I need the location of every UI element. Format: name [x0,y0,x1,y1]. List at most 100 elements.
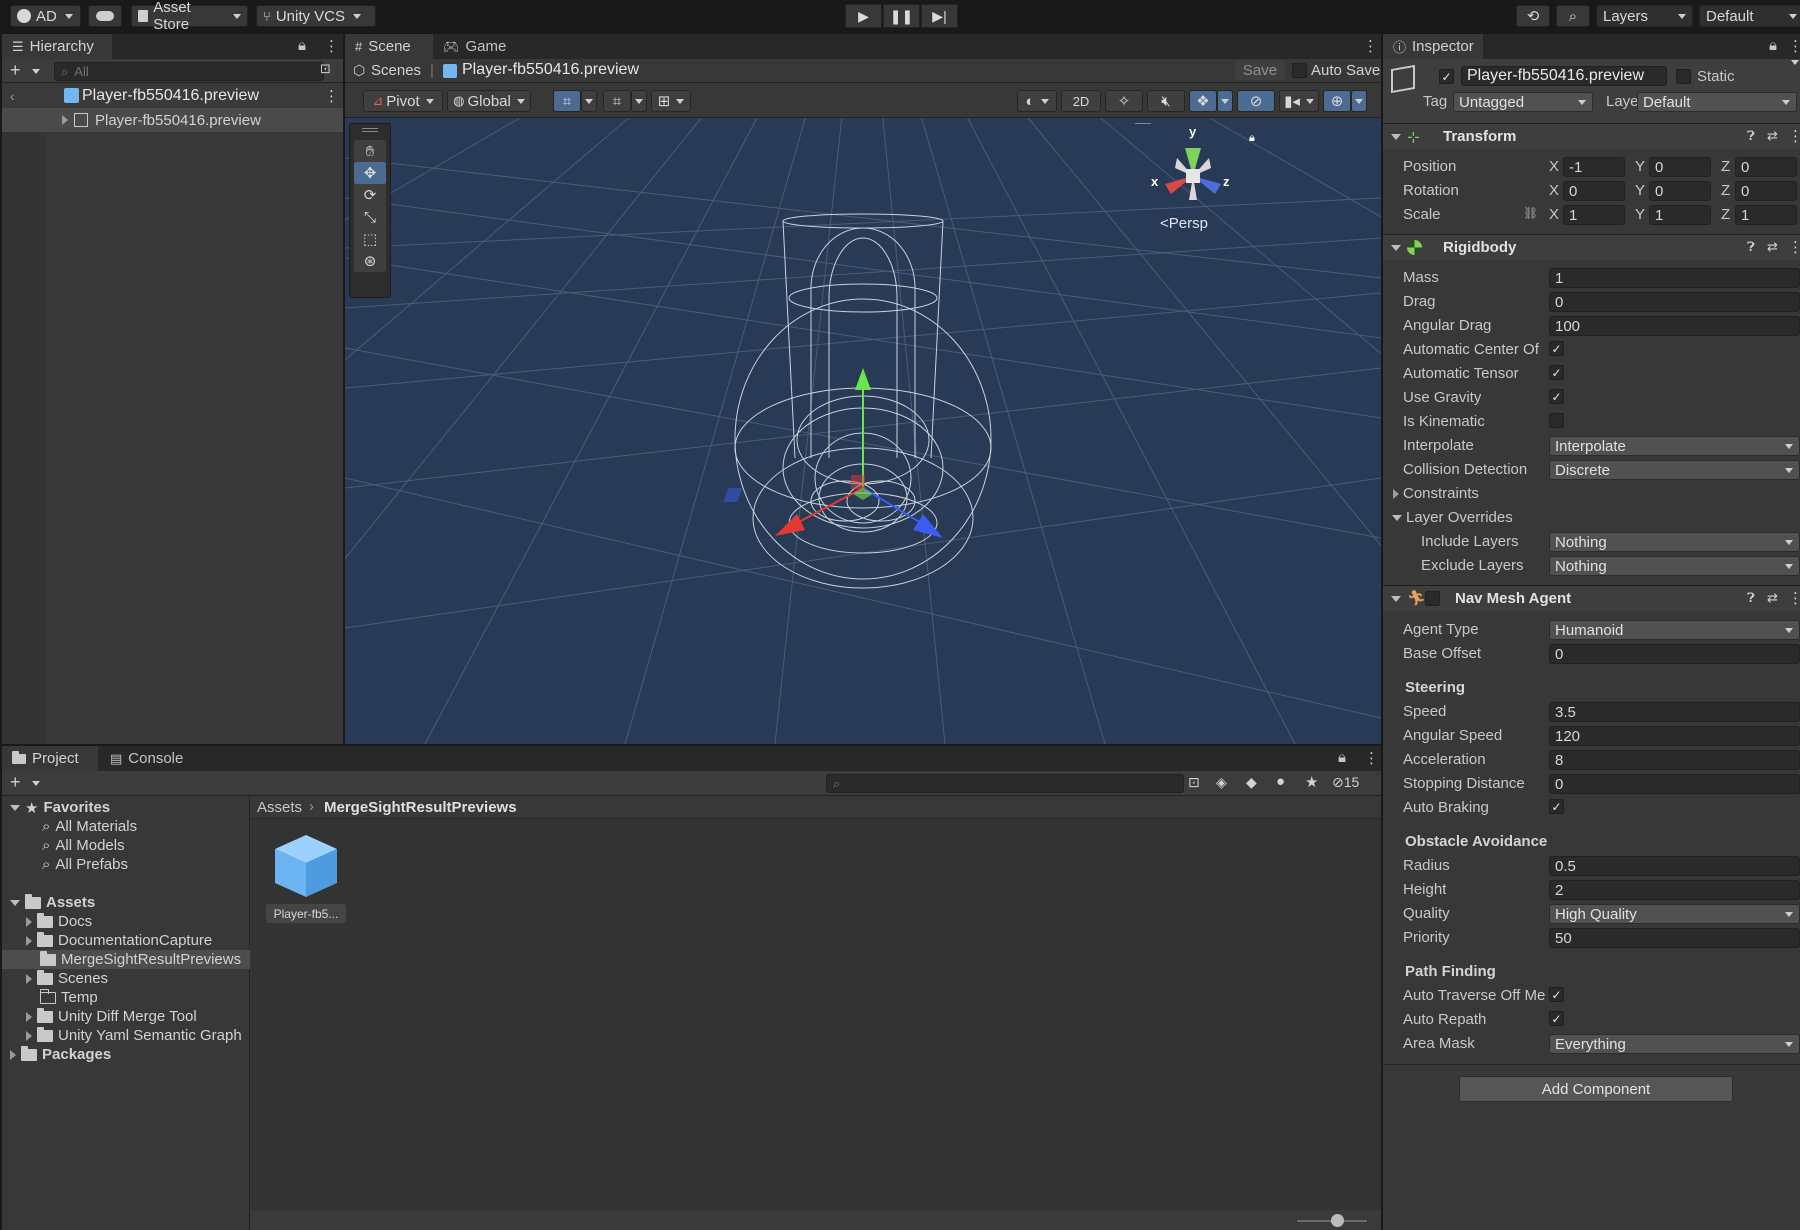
layers-dropdown[interactable]: Layers [1596,5,1693,27]
search-by-type-icon[interactable]: ⊡ [1188,774,1200,791]
use-gravity-checkbox[interactable]: ✓ [1549,389,1564,404]
position-y-field[interactable]: 0 [1649,157,1711,177]
gizmos-button[interactable]: ⊕ [1323,90,1351,112]
preset-icon[interactable]: ⇄ [1767,590,1778,606]
gizmos-dropdown[interactable] [1351,90,1367,112]
preset-icon[interactable]: ⇄ [1767,239,1778,255]
collapse-arrow-icon[interactable] [1392,514,1402,521]
breadcrumb-assets[interactable]: Assets [257,799,302,816]
rotation-z-field[interactable]: 0 [1735,181,1797,201]
lock-icon[interactable]: 🔒︎ [298,37,306,54]
effects-toggle-button[interactable]: ❖ [1189,90,1217,112]
folder-item-mergesight-previews[interactable]: MergeSightResultPreviews [2,950,250,969]
active-checkbox[interactable]: ✓ [1439,69,1454,84]
list-item[interactable]: ⌕ All Models [42,836,125,855]
angular-drag-field[interactable]: 100 [1549,316,1800,336]
list-item[interactable]: ⌕ All Prefabs [42,855,128,874]
collision-detection-dropdown[interactable]: Discrete [1549,460,1800,480]
lighting-toggle-button[interactable]: ✧ [1105,90,1143,112]
help-icon[interactable]: ❓︎ [1747,239,1755,255]
auto-repath-checkbox[interactable]: ✓ [1549,1011,1564,1026]
hierarchy-item[interactable]: Player-fb550416.preview [2,108,343,132]
pivot-dropdown[interactable]: ⊿ Pivot [363,90,443,112]
scale-x-field[interactable]: 1 [1563,205,1625,225]
transform-header[interactable]: ⊹ Transform ❓︎ ⇄ ⋮ [1383,123,1800,149]
project-search-input[interactable]: ⌕ [826,774,1184,793]
log-type-icon[interactable]: ● [1276,773,1285,790]
folder-item-documentation-capture[interactable]: DocumentationCapture [26,931,212,950]
move-tool-button[interactable]: ✥ [354,162,386,184]
rotation-x-field[interactable]: 0 [1563,181,1625,201]
hand-tool-button[interactable]: ✋︎ [354,140,386,162]
icon-size-slider-thumb[interactable] [1331,1214,1344,1227]
static-dropdown-icon[interactable] [1788,60,1799,82]
is-kinematic-checkbox[interactable] [1549,413,1564,428]
kebab-menu-icon[interactable]: ⋮ [324,37,339,55]
expand-arrow-icon[interactable] [1393,488,1399,499]
persp-toggle[interactable]: <Persp [1160,215,1208,232]
lock-icon[interactable]: 🔒︎ [1249,132,1255,145]
assets-group[interactable]: Assets [10,893,95,912]
height-field[interactable]: 2 [1549,880,1800,900]
grid-toggle-button[interactable]: ⌗ [603,90,631,112]
expand-arrow-icon[interactable] [26,1011,32,1022]
kebab-menu-icon[interactable]: ⋮ [1788,589,1800,607]
gizmo-center-cube[interactable] [1186,169,1200,183]
search-scene-icon[interactable]: ⊡ [320,61,331,77]
kebab-menu-icon[interactable]: ⋮ [1364,749,1379,767]
hidden-packages-toggle[interactable]: ⊘15 [1332,774,1359,791]
drag-field[interactable]: 0 [1549,292,1800,312]
asset-store-button[interactable]: Asset Store [131,0,248,33]
tab-game[interactable]: 🎮︎ Game [433,34,513,59]
static-checkbox[interactable] [1676,69,1691,84]
interpolate-dropdown[interactable]: Interpolate [1549,436,1800,456]
speed-field[interactable]: 3.5 [1549,702,1800,722]
add-object-button[interactable]: + [10,60,21,81]
drag-handle-icon[interactable] [362,128,378,132]
rect-tool-button[interactable]: ⬚ [354,228,386,250]
breadcrumb-prefab[interactable]: Player-fb550416.preview [462,61,639,79]
hierarchy-scene-row[interactable]: ‹ Player-fb550416.preview ⋮ [2,84,343,108]
grid-snap-button[interactable]: ⌗ [553,90,581,112]
priority-field[interactable]: 50 [1549,928,1800,948]
scale-tool-button[interactable]: ⤡ [354,206,386,228]
create-asset-button[interactable]: + [10,772,21,793]
audio-toggle-button[interactable]: 🔇︎ [1147,90,1185,112]
play-button[interactable]: ▶ [845,4,882,28]
2d-toggle-button[interactable]: 2D [1061,90,1101,112]
kebab-menu-icon[interactable]: ⋮ [1788,127,1800,145]
orientation-gizmo[interactable] [1145,128,1245,218]
exclude-layers-dropdown[interactable]: Nothing [1549,556,1800,576]
auto-save-checkbox[interactable] [1292,63,1307,78]
unity-vcs-button[interactable]: ⑂ Unity VCS [256,5,376,27]
rotate-tool-button[interactable]: ⟳ [354,184,386,206]
radius-field[interactable]: 0.5 [1549,856,1800,876]
collapse-arrow-icon[interactable] [1391,134,1401,140]
layer-dropdown[interactable]: Default [1637,92,1797,112]
account-button[interactable]: AD [10,5,81,27]
include-layers-dropdown[interactable]: Nothing [1549,532,1800,552]
angular-speed-field[interactable]: 120 [1549,726,1800,746]
folder-item-temp[interactable]: Temp [40,988,98,1007]
effects-dropdown[interactable] [1217,90,1233,112]
position-x-field[interactable]: -1 [1563,157,1625,177]
expand-arrow-icon[interactable] [26,973,32,984]
kebab-menu-icon[interactable]: ⋮ [324,87,339,105]
auto-traverse-checkbox[interactable]: ✓ [1549,987,1564,1002]
kebab-menu-icon[interactable]: ⋮ [1363,37,1378,55]
list-item[interactable]: ⌕ All Materials [42,817,137,836]
expand-arrow-icon[interactable] [26,916,32,927]
base-offset-field[interactable]: 0 [1549,644,1800,664]
search-button[interactable]: ⌕ [1556,5,1590,27]
scene-visibility-button[interactable]: ⊘ [1237,90,1275,112]
expand-arrow-icon[interactable] [10,1049,16,1060]
favorite-star-icon[interactable]: ★ [1305,773,1318,791]
position-z-field[interactable]: 0 [1735,157,1797,177]
tag-dropdown[interactable]: Untagged [1453,92,1593,112]
transform-tool-button[interactable]: ⊛ [354,250,386,272]
add-dropdown-icon[interactable] [32,69,40,74]
tab-inspector[interactable]: ⓘ Inspector [1383,34,1483,59]
help-icon[interactable]: ❓︎ [1747,128,1755,144]
breadcrumb-current[interactable]: MergeSightResultPreviews [324,799,517,816]
filter-by-type-icon[interactable]: ◈ [1216,774,1227,791]
